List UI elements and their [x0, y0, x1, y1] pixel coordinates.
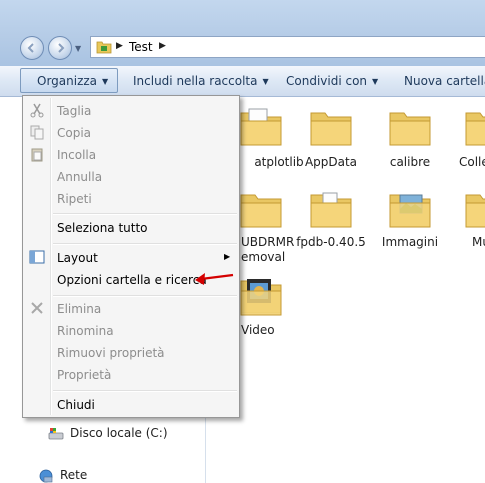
folder-icon	[96, 41, 112, 54]
submenu-arrow-icon: ▶	[224, 252, 231, 261]
folder-icon	[465, 194, 485, 228]
recent-pages-dropdown[interactable]: ▼	[75, 44, 81, 53]
back-button[interactable]	[20, 36, 44, 60]
breadcrumb-test[interactable]: Test	[129, 40, 153, 54]
pictures-folder-icon	[389, 194, 431, 228]
menu-item-cut[interactable]: Taglia	[57, 104, 91, 118]
hard-drive-icon	[48, 428, 64, 440]
network-icon	[39, 469, 53, 483]
folder-icon	[465, 112, 485, 146]
address-bar[interactable]: ▶ Test ▶	[90, 36, 485, 58]
folder-icon	[240, 194, 282, 228]
menu-separator	[53, 390, 237, 392]
menu-item-layout[interactable]: Layout	[57, 251, 98, 265]
menu-gutter	[50, 98, 52, 415]
window-titlebar: ▼ ▶ Test ▶	[0, 0, 485, 66]
copy-icon	[30, 125, 44, 140]
paste-icon	[31, 148, 43, 162]
nav-item-label: Disco locale (C:)	[70, 426, 168, 440]
folder-item[interactable]: Colle	[446, 107, 485, 177]
folder-item[interactable]: Immagini	[370, 189, 450, 259]
folder-item[interactable]: AppData	[291, 107, 371, 177]
menu-item-remove-properties[interactable]: Rimuovi proprietà	[57, 346, 165, 360]
menu-item-undo[interactable]: Annulla	[57, 170, 102, 184]
breadcrumb-separator-icon[interactable]: ▶	[159, 41, 166, 51]
back-arrow-icon	[27, 43, 34, 53]
menu-item-paste[interactable]: Incolla	[57, 148, 96, 162]
menu-item-rename[interactable]: Rinomina	[57, 324, 114, 338]
menu-item-select-all[interactable]: Seleziona tutto	[57, 221, 148, 235]
new-folder-button[interactable]: Nuova cartella	[404, 74, 485, 88]
nav-item-label: Rete	[60, 468, 88, 482]
scissors-icon	[30, 103, 44, 118]
menu-item-close[interactable]: Chiudi	[57, 398, 95, 412]
folder-icon	[240, 108, 282, 146]
folder-item[interactable]: fpdb-0.40.5	[291, 189, 371, 259]
video-folder-icon	[240, 279, 282, 316]
layout-icon	[29, 250, 45, 264]
forward-arrow-icon	[58, 43, 65, 53]
menu-item-delete[interactable]: Elimina	[57, 302, 101, 316]
forward-button[interactable]	[48, 36, 72, 60]
menu-item-redo[interactable]: Ripeti	[57, 192, 92, 206]
folder-item[interactable]: calibre	[370, 107, 450, 177]
command-bar: Organizza ▼ Includi nella raccolta ▼ Condi…	[0, 66, 485, 97]
menu-item-copy[interactable]: Copia	[57, 126, 91, 140]
folder-icon	[310, 112, 352, 146]
organize-button[interactable]: Organizza ▼	[37, 74, 108, 88]
chevron-down-icon: ▼	[372, 77, 379, 86]
folder-label: Video	[241, 323, 275, 337]
menu-separator	[53, 213, 237, 215]
folder-label: Mu	[472, 235, 485, 249]
annotation-arrow-icon	[195, 273, 234, 285]
breadcrumb-separator-icon[interactable]: ▶	[116, 41, 123, 51]
menu-separator	[53, 243, 237, 245]
menu-separator	[53, 295, 237, 297]
folder-item[interactable]: Mu	[446, 189, 485, 259]
delete-icon	[31, 302, 43, 314]
include-in-library-button[interactable]: Includi nella raccolta ▼	[133, 74, 269, 88]
menu-item-folder-options[interactable]: Opzioni cartella e ricerca	[57, 273, 207, 287]
share-with-button[interactable]: Condividi con ▼	[286, 74, 378, 88]
folder-icon	[310, 192, 352, 228]
folder-label: fpdb-0.40.5	[296, 235, 366, 249]
chevron-down-icon: ▼	[262, 77, 269, 86]
file-list-area: atplotlib AppData calibre Colle UBDRMR e…	[206, 97, 485, 483]
folder-icon	[389, 112, 431, 146]
folder-label: calibre	[389, 155, 431, 169]
folder-label: Colle	[459, 155, 485, 169]
menu-item-properties[interactable]: Proprietà	[57, 368, 111, 382]
folder-label: AppData	[304, 155, 358, 169]
organize-menu: Taglia Copia Incolla Annulla Ripeti Sele…	[22, 95, 240, 418]
folder-label: Immagini	[381, 235, 439, 249]
chevron-down-icon: ▼	[102, 77, 109, 86]
